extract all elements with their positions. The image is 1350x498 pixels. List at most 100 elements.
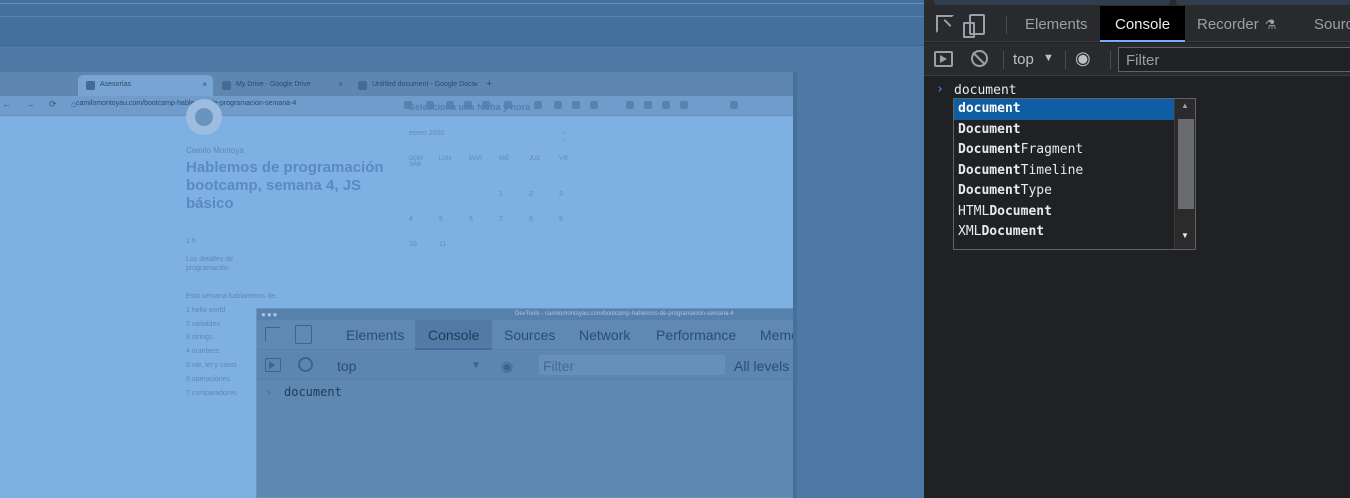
- browser-tab-asesorias[interactable]: Asesorías ×: [78, 75, 213, 96]
- tab-console[interactable]: Console: [1100, 6, 1186, 42]
- clear-console-icon[interactable]: [298, 357, 313, 372]
- autocomplete-scrollbar[interactable]: ▲ ▼: [1174, 99, 1195, 249]
- console-toolbar: top ▼ ◉ Filter: [924, 43, 1350, 76]
- browser-tab-docs[interactable]: Untitled document - Google Docs ×: [350, 75, 484, 96]
- inspect-icon[interactable]: [265, 327, 280, 342]
- inner-devtools-tabs: Elements Console Sources Network Perform…: [257, 320, 794, 350]
- url-field[interactable]: camilomontoyau.com/bootcamp-hablemos-de-…: [76, 100, 296, 107]
- tab-console[interactable]: Console: [415, 320, 493, 350]
- weekday-label: MAR: [469, 156, 483, 162]
- suggestion-suffix: Timeline: [1020, 162, 1084, 178]
- tab-elements[interactable]: Elements: [1025, 6, 1088, 42]
- browser-tab-drive[interactable]: My Drive - Google Drive ×: [214, 75, 349, 96]
- extension-icon[interactable]: [680, 101, 688, 109]
- clear-console-icon[interactable]: [971, 50, 988, 67]
- weekday-label: VIE: [559, 156, 569, 162]
- list-intro: Esta semana hablaremos de:: [186, 293, 278, 300]
- nav-buttons[interactable]: ← → ⟳ ⌂: [2, 99, 82, 110]
- close-tab-icon[interactable]: ×: [473, 80, 478, 89]
- favicon-icon: [86, 81, 95, 90]
- tab-sources[interactable]: Sources: [504, 320, 555, 350]
- suggestion-suffix: Type: [1020, 183, 1052, 198]
- log-levels-select[interactable]: All levels ▼: [734, 358, 794, 374]
- prompt-icon: ›: [936, 82, 944, 97]
- close-tab-icon[interactable]: ×: [338, 80, 343, 89]
- background-top-bar: [0, 0, 924, 46]
- autocomplete-item[interactable]: DocumentTimeline: [954, 161, 1174, 182]
- calendar-day[interactable]: 1: [499, 182, 529, 207]
- eye-icon[interactable]: ◉: [1075, 48, 1091, 69]
- duration-text: 1 h: [186, 238, 196, 245]
- calendar-day[interactable]: 7: [499, 207, 529, 232]
- console-input[interactable]: document: [284, 385, 342, 399]
- suggestion-prefix: XML: [958, 224, 982, 239]
- calendar-day[interactable]: 11: [439, 232, 469, 257]
- calendar-day[interactable]: 4: [409, 207, 439, 232]
- tab-sources[interactable]: Sourc: [1314, 6, 1350, 42]
- divider: [0, 3, 924, 4]
- calendar-day[interactable]: 10: [409, 232, 439, 257]
- console-input[interactable]: document: [954, 83, 1017, 98]
- tab-performance[interactable]: Performance: [656, 320, 736, 350]
- tab-recorder[interactable]: Recorder ⚗: [1197, 6, 1276, 42]
- close-tab-icon[interactable]: ×: [202, 80, 207, 89]
- taskbar-segment: [934, 0, 1170, 5]
- author-name: Camilo Montoya: [186, 146, 244, 155]
- calendar-widget: Selecciona una fecha y hora enero 2020 ‹…: [409, 102, 609, 252]
- new-tab-button[interactable]: +: [486, 78, 492, 90]
- inspect-element-icon[interactable]: [936, 15, 954, 33]
- suggestion-suffix: Fragment: [1020, 142, 1084, 157]
- weekday-label: SÁB: [409, 162, 422, 168]
- extension-icon[interactable]: [626, 101, 634, 109]
- inner-devtools-title: DevTools - camilomontoyau.com/bootcamp-h…: [515, 311, 734, 317]
- suggestion-match: Document: [958, 183, 1021, 198]
- extension-icon[interactable]: [644, 101, 652, 109]
- tab-elements[interactable]: Elements: [346, 320, 404, 350]
- inner-devtools-titlebar: ●●● DevTools - camilomontoyau.com/bootca…: [257, 309, 794, 320]
- extension-icon[interactable]: [662, 101, 670, 109]
- autocomplete-item[interactable]: DocumentFragment: [954, 140, 1174, 161]
- autocomplete-item[interactable]: HTMLDocument: [954, 202, 1174, 223]
- autocomplete-item[interactable]: document: [954, 99, 1174, 120]
- tab-network[interactable]: Network: [579, 320, 630, 350]
- scroll-down-icon[interactable]: ▼: [1181, 231, 1189, 240]
- meta-text: Los detalles de programación: [186, 256, 234, 272]
- divider: [0, 45, 924, 46]
- device-toolbar-icon[interactable]: [295, 325, 312, 344]
- autocomplete-item[interactable]: DocumentType: [954, 181, 1174, 202]
- window-controls[interactable]: ●●●: [261, 311, 279, 319]
- divider: [0, 16, 924, 17]
- device-toolbar-icon[interactable]: [963, 14, 985, 38]
- calendar-day[interactable]: 2: [529, 182, 559, 207]
- tab-memory[interactable]: Memo: [760, 320, 794, 350]
- autocomplete-item[interactable]: XMLDocument: [954, 222, 1174, 243]
- calendar-day[interactable]: 6: [469, 207, 499, 232]
- autocomplete-dropdown: document Document DocumentFragment Docum…: [953, 98, 1196, 250]
- inner-console-toolbar: top ▼ ◉ Filter All levels ▼: [257, 351, 794, 380]
- address-bar: ← → ⟳ ⌂ camilomontoyau.com/bootcamp-habl…: [0, 96, 793, 116]
- suggestion-match: Document: [958, 162, 1021, 178]
- browser-tab-strip: Asesorías × My Drive - Google Drive × Un…: [0, 72, 793, 96]
- suggestion-match: Document: [989, 203, 1052, 219]
- filter-input[interactable]: Filter: [1118, 47, 1350, 72]
- scroll-up-icon[interactable]: ▲: [1181, 101, 1189, 110]
- filter-input[interactable]: Filter: [539, 355, 725, 375]
- calendar-day[interactable]: 8: [529, 207, 559, 232]
- sidebar-toggle-icon[interactable]: [265, 358, 281, 372]
- autocomplete-item[interactable]: Document: [954, 120, 1174, 141]
- calendar-day[interactable]: 3: [559, 182, 589, 207]
- sidebar-toggle-icon[interactable]: [934, 51, 953, 67]
- docs-icon: [358, 81, 367, 90]
- context-select[interactable]: top: [1013, 51, 1034, 68]
- context-select[interactable]: top: [337, 358, 356, 374]
- inner-console-output[interactable]: › document: [257, 381, 794, 497]
- eye-icon[interactable]: ◉: [501, 358, 513, 375]
- chevron-down-icon[interactable]: ▼: [471, 360, 481, 371]
- calendar-day[interactable]: 5: [439, 207, 469, 232]
- calendar-day[interactable]: 9: [559, 207, 589, 232]
- chevron-down-icon[interactable]: ▼: [1043, 52, 1054, 64]
- scrollbar-thumb[interactable]: [1178, 119, 1194, 209]
- drive-icon: [222, 81, 231, 90]
- calendar-nav[interactable]: ‹ ›: [563, 130, 609, 144]
- profile-icon[interactable]: [730, 101, 738, 109]
